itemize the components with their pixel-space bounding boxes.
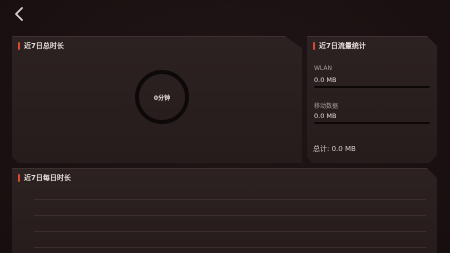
chart-grid-line [34,231,426,232]
wlan-value: 0.0 MB [314,76,337,84]
title-marker [18,174,20,182]
screen: 近7日总时长 0分钟 近7日流量统计 WLAN 0.0 MB 移动数据 0.0 … [0,0,450,253]
duration-ring: 0分钟 [135,70,189,124]
mobile-data-usage-bar [314,122,430,124]
title-marker [18,42,20,50]
total-duration-title-text: 近7日总时长 [24,42,64,50]
back-button[interactable] [12,6,28,22]
total-duration-panel: 近7日总时长 0分钟 [12,36,302,163]
chart-grid-line [34,247,426,248]
traffic-total: 总计: 0.0 MB [313,145,356,153]
chart-grid-line [34,215,426,216]
traffic-title: 近7日流量统计 [313,41,366,51]
traffic-title-text: 近7日流量统计 [319,42,366,50]
title-marker [313,42,315,50]
duration-ring-value: 0分钟 [153,94,171,102]
daily-duration-title: 近7日每日时长 [18,173,71,183]
total-duration-title: 近7日总时长 [18,41,64,51]
chart-grid-line [34,199,426,200]
wlan-usage-bar [314,86,430,88]
traffic-panel: 近7日流量统计 WLAN 0.0 MB 移动数据 0.0 MB 总计: 0.0 … [307,36,437,163]
daily-duration-title-text: 近7日每日时长 [24,174,71,182]
daily-duration-panel: 近7日每日时长 [12,168,437,253]
mobile-data-label: 移动数据 [314,103,339,110]
chevron-left-icon [15,7,23,21]
mobile-data-value: 0.0 MB [314,112,337,120]
wlan-label: WLAN [314,65,333,72]
